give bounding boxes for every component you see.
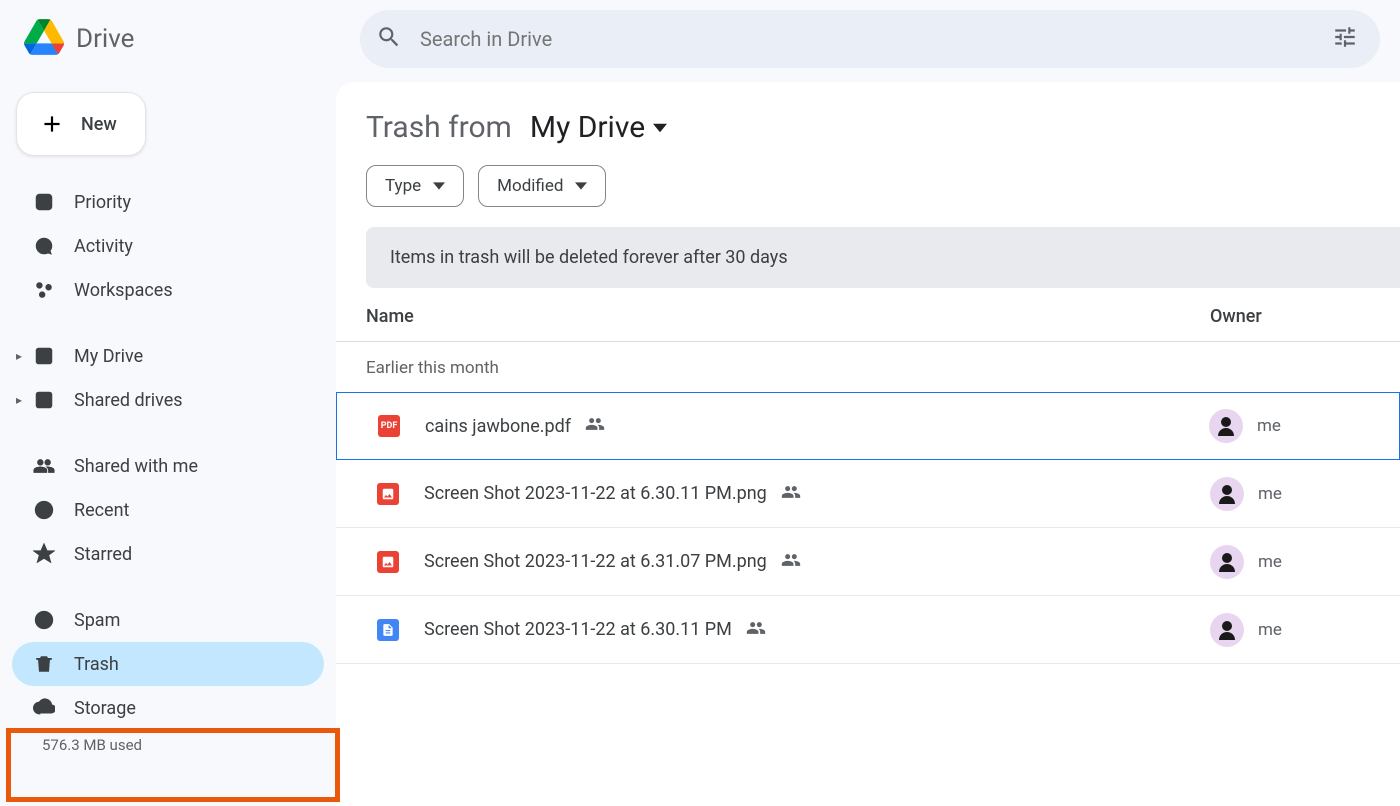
table-row[interactable]: Screen Shot 2023-11-22 at 6.30.11 PM me (336, 596, 1400, 664)
sidebar-item-my-drive[interactable]: ▸ My Drive (12, 334, 324, 378)
storage-used-text: 576.3 MB used (12, 730, 324, 754)
recent-icon (32, 498, 56, 522)
plus-icon (39, 111, 65, 137)
chevron-right-icon[interactable]: ▸ (16, 349, 22, 363)
column-name[interactable]: Name (366, 306, 1210, 327)
owner-cell: me (1210, 477, 1400, 511)
chip-label: Type (385, 176, 421, 196)
chevron-right-icon[interactable]: ▸ (16, 393, 22, 407)
avatar (1210, 613, 1244, 647)
priority-icon (32, 190, 56, 214)
owner-text: me (1258, 620, 1282, 640)
scope-dropdown[interactable]: My Drive (530, 110, 667, 145)
starred-icon (32, 542, 56, 566)
avatar (1210, 545, 1244, 579)
storage-icon (32, 696, 56, 720)
sidebar-item-label: Storage (74, 698, 136, 719)
shared-icon (781, 482, 801, 506)
sidebar-item-shared-with-me[interactable]: Shared with me (12, 444, 324, 488)
file-name: Screen Shot 2023-11-22 at 6.30.11 PM.png (424, 483, 767, 504)
search-bar[interactable] (360, 10, 1380, 68)
mydrive-icon (32, 344, 56, 368)
filter-chip-modified[interactable]: Modified (478, 165, 606, 207)
search-options-icon[interactable] (1326, 18, 1364, 60)
owner-text: me (1257, 416, 1281, 436)
sidebar-item-label: Shared with me (74, 456, 198, 477)
caret-down-icon (653, 121, 667, 135)
shared-with-me-icon (32, 454, 56, 478)
brand[interactable]: Drive (24, 17, 336, 61)
file-type-icon: PDF (375, 412, 403, 440)
activity-icon (32, 234, 56, 258)
scope-label: My Drive (530, 110, 645, 145)
sidebar-item-label: Shared drives (74, 390, 183, 411)
page-title-prefix: Trash from (366, 110, 512, 145)
sidebar-item-label: My Drive (74, 346, 143, 367)
avatar (1210, 477, 1244, 511)
file-name: Screen Shot 2023-11-22 at 6.31.07 PM.png (424, 551, 767, 572)
file-type-icon (374, 548, 402, 576)
trash-icon (32, 652, 56, 676)
sidebar: New Priority Activity Workspaces ▸ (0, 78, 336, 806)
file-type-icon (374, 616, 402, 644)
sidebar-item-label: Recent (74, 500, 129, 521)
shared-icon (585, 414, 605, 438)
spam-icon (32, 608, 56, 632)
sidebar-item-label: Activity (74, 236, 133, 257)
table-row[interactable]: Screen Shot 2023-11-22 at 6.30.11 PM.png… (336, 460, 1400, 528)
section-label: Earlier this month (336, 342, 1400, 392)
caret-down-icon (575, 180, 587, 192)
caret-down-icon (433, 180, 445, 192)
sidebar-item-shared-drives[interactable]: ▸ Shared drives (12, 378, 324, 422)
sidebar-item-trash[interactable]: Trash (12, 642, 324, 686)
file-name: Screen Shot 2023-11-22 at 6.30.11 PM (424, 619, 732, 640)
sidebar-item-label: Trash (74, 654, 119, 675)
main-content: Trash from My Drive Type Modified Items … (336, 82, 1400, 806)
column-owner[interactable]: Owner (1210, 306, 1400, 327)
new-button-label: New (81, 114, 117, 135)
file-type-icon (374, 480, 402, 508)
sidebar-item-activity[interactable]: Activity (12, 224, 324, 268)
shared-drives-icon (32, 388, 56, 412)
new-button[interactable]: New (16, 92, 146, 156)
owner-cell: me (1209, 409, 1399, 443)
drive-logo-icon (24, 17, 64, 61)
owner-text: me (1258, 484, 1282, 504)
header: Drive (0, 0, 1400, 78)
search-input[interactable] (420, 27, 1308, 51)
owner-cell: me (1210, 545, 1400, 579)
search-icon[interactable] (376, 24, 402, 54)
workspaces-icon (32, 278, 56, 302)
filter-chip-type[interactable]: Type (366, 165, 464, 207)
sidebar-item-storage[interactable]: Storage (12, 686, 324, 730)
owner-cell: me (1210, 613, 1400, 647)
table-row[interactable]: PDF cains jawbone.pdf me (336, 392, 1400, 460)
sidebar-item-label: Spam (74, 610, 120, 631)
avatar (1209, 409, 1243, 443)
column-headers: Name Owner (336, 288, 1400, 342)
table-row[interactable]: Screen Shot 2023-11-22 at 6.31.07 PM.png… (336, 528, 1400, 596)
file-name: cains jawbone.pdf (425, 416, 571, 437)
sidebar-item-starred[interactable]: Starred (12, 532, 324, 576)
owner-text: me (1258, 552, 1282, 572)
sidebar-item-priority[interactable]: Priority (12, 180, 324, 224)
chip-label: Modified (497, 176, 563, 196)
shared-icon (781, 550, 801, 574)
sidebar-item-workspaces[interactable]: Workspaces (12, 268, 324, 312)
sidebar-item-label: Starred (74, 544, 132, 565)
sidebar-item-label: Priority (74, 192, 131, 213)
sidebar-item-spam[interactable]: Spam (12, 598, 324, 642)
shared-icon (746, 618, 766, 642)
brand-name: Drive (76, 24, 134, 54)
sidebar-item-recent[interactable]: Recent (12, 488, 324, 532)
info-banner: Items in trash will be deleted forever a… (366, 227, 1400, 288)
sidebar-item-label: Workspaces (74, 280, 173, 301)
